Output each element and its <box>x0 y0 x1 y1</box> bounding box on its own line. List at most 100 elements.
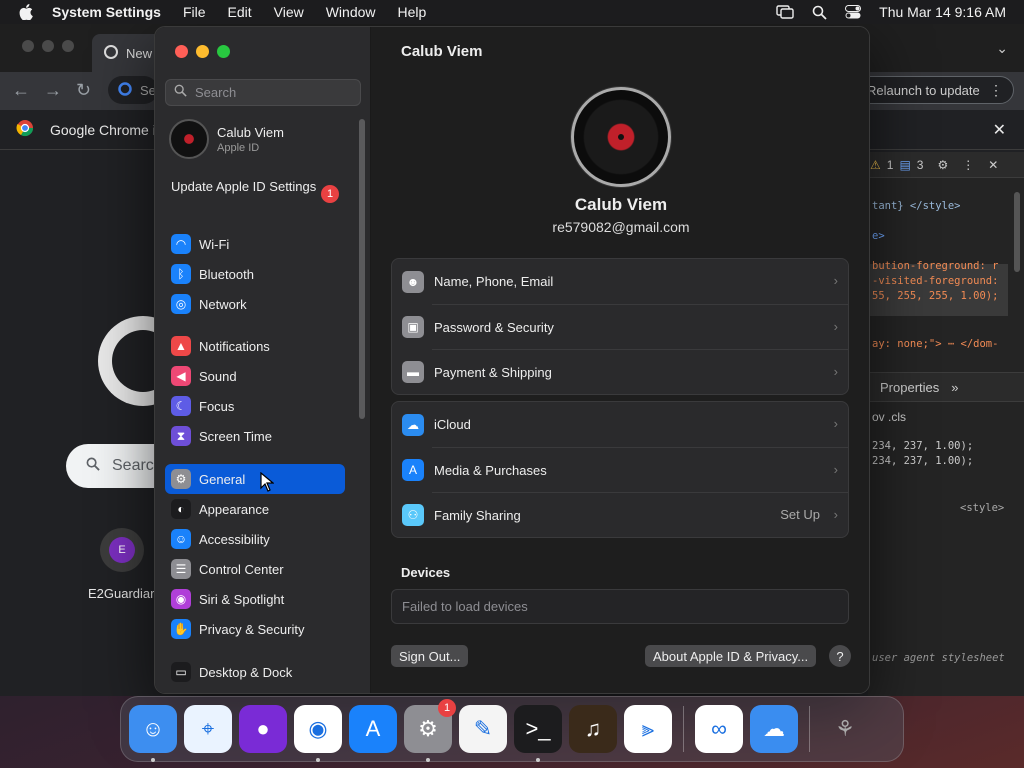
garageband-icon[interactable]: ♫ <box>569 705 617 753</box>
profile-name: Calub Viem <box>574 195 668 214</box>
message-count[interactable]: 3 <box>917 158 924 172</box>
chrome-zoom-light[interactable] <box>62 40 74 52</box>
page-title: Calub Viem <box>401 43 483 60</box>
help-button[interactable]: ? <box>829 645 851 667</box>
sidebar-item-privacy-security[interactable]: ✋ Privacy & Security <box>165 614 345 644</box>
google-favicon-icon <box>104 44 118 62</box>
google-g-icon <box>118 81 132 99</box>
sidebar-item-control-center[interactable]: ☰ Control Center <box>165 554 345 584</box>
finder-icon[interactable]: ☺ <box>129 705 177 762</box>
omnibox[interactable]: Se <box>108 76 158 104</box>
sidebar-scrollbar[interactable] <box>359 119 365 419</box>
screen-mirroring-icon[interactable] <box>776 5 794 19</box>
chrome-window-controls <box>22 40 74 52</box>
siri-icon: ◉ <box>171 589 191 609</box>
update-apple-id-item[interactable]: Update Apple ID Settings 1 <box>171 179 341 203</box>
avatar <box>169 119 209 159</box>
row-password-security[interactable]: ▣ Password & Security › <box>402 304 848 349</box>
menu-help[interactable]: Help <box>398 4 427 20</box>
shortcut-tile[interactable]: E <box>100 528 144 572</box>
more-vertical-icon[interactable]: ⋮ <box>989 82 1003 99</box>
style-source-tag[interactable]: <style> <box>960 502 1004 514</box>
sidebar-item-desktop-dock[interactable]: ▭ Desktop & Dock <box>165 657 345 687</box>
textedit-icon[interactable]: ✎ <box>459 705 507 753</box>
menu-view[interactable]: View <box>274 4 304 20</box>
warning-count[interactable]: 1 <box>887 158 894 172</box>
firefox-icon[interactable]: ● <box>239 705 287 753</box>
sidebar-item-screen-time[interactable]: ⧗ Screen Time <box>165 421 345 451</box>
wifi-icon: ◠ <box>171 234 191 254</box>
devtools-close-icon[interactable]: ✕ <box>988 158 998 172</box>
chevron-right-icon: › <box>833 507 838 522</box>
devtools-scrollbar[interactable] <box>1014 192 1020 272</box>
sidebar-item-siri-spotlight[interactable]: ◉ Siri & Spotlight <box>165 584 345 614</box>
safari-icon[interactable]: ⌖ <box>184 705 232 753</box>
sidebar-item-appearance[interactable]: ◐ Appearance <box>165 494 345 524</box>
apple-menu-icon[interactable] <box>16 2 36 22</box>
dom-line[interactable]: 55, 255, 255, 1.00); <box>872 290 998 302</box>
infobar-close-icon[interactable]: ✕ <box>993 120 1006 140</box>
more-tabs-icon[interactable]: » <box>951 380 958 395</box>
sidebar-item-bluetooth[interactable]: ᛒ Bluetooth <box>165 259 345 289</box>
menu-app-name[interactable]: System Settings <box>52 4 161 20</box>
chrome-icon[interactable]: ◉ <box>294 705 342 762</box>
sidebar-item-wi-fi[interactable]: ◠ Wi-Fi <box>165 229 345 259</box>
dom-line[interactable]: tant} </style> <box>872 200 961 212</box>
sidebar-search-field[interactable] <box>165 79 361 106</box>
sidebar-item-network[interactable]: ◎ Network <box>165 289 345 319</box>
relaunch-to-update-button[interactable]: Relaunch to update ⋮ <box>854 76 1014 104</box>
sidebar-item-general[interactable]: ⚙ General <box>165 464 345 494</box>
menu-clock[interactable]: Thu Mar 14 9:16 AM <box>879 4 1006 20</box>
properties-tab[interactable]: Properties <box>880 380 939 395</box>
row-icloud[interactable]: ☁ iCloud › <box>392 402 848 447</box>
app-store-glyph: A <box>365 716 381 741</box>
chrome-minimize-light[interactable] <box>42 40 54 52</box>
minimize-window-button[interactable] <box>196 45 209 58</box>
dock-icon: ▭ <box>171 662 191 682</box>
chrome-close-light[interactable] <box>22 40 34 52</box>
sidebar-item-notifications[interactable]: ▲ Notifications <box>165 331 345 361</box>
row-family-sharing[interactable]: ⚇ Family Sharing Set Up › <box>402 492 848 537</box>
running-indicator <box>151 758 155 762</box>
devtools-settings-gear-icon[interactable]: ⚙ <box>937 158 948 172</box>
row-name-phone-email[interactable]: ☻ Name, Phone, Email › <box>392 259 848 304</box>
tab-search-chevron-icon[interactable]: ⌄ <box>996 40 1008 57</box>
row-media-purchases[interactable]: A Media & Purchases › <box>402 447 848 492</box>
system-settings-icon[interactable]: ⚙ 1 <box>404 699 456 762</box>
person-card-icon: ☻ <box>402 270 424 293</box>
sidebar-item-sound[interactable]: ◀ Sound <box>165 361 345 391</box>
back-arrow-icon[interactable]: ← <box>12 80 30 101</box>
window-controls <box>175 45 230 58</box>
forward-arrow-icon[interactable]: → <box>44 80 62 101</box>
close-window-button[interactable] <box>175 45 188 58</box>
sidebar-apple-id[interactable]: Calub Viem Apple ID <box>169 119 284 159</box>
sign-out-button[interactable]: Sign Out... <box>391 645 469 667</box>
trash-icon[interactable]: ⚘ <box>821 705 869 753</box>
styles-toolbar[interactable]: ov .cls <box>872 410 906 424</box>
menu-edit[interactable]: Edit <box>228 4 252 20</box>
row-payment-shipping[interactable]: ▬ Payment & Shipping › <box>402 349 848 394</box>
dom-line[interactable]: ay: none;"> ⋯ </dom- <box>872 338 998 350</box>
profile-picture[interactable] <box>571 87 671 187</box>
dom-line[interactable]: -visited-foreground: <box>872 275 998 287</box>
search-input[interactable] <box>195 85 355 100</box>
app-store-icon[interactable]: A <box>349 705 397 753</box>
spotlight-search-icon[interactable] <box>812 5 827 20</box>
visual-studio-icon[interactable]: ∞ <box>695 705 743 753</box>
control-center-icon[interactable] <box>845 5 862 19</box>
chrome-tab[interactable]: New <box>92 34 162 72</box>
weather-icon[interactable]: ☁ <box>750 705 798 753</box>
dom-line[interactable]: e> <box>872 230 885 242</box>
devtools-more-icon[interactable]: ⋮ <box>962 158 974 172</box>
about-apple-id-button[interactable]: About Apple ID & Privacy... <box>645 645 817 667</box>
zoom-window-button[interactable] <box>217 45 230 58</box>
sidebar-item-accessibility[interactable]: ☺ Accessibility <box>165 524 345 554</box>
chevron-right-icon: › <box>833 462 838 477</box>
vscode-icon[interactable]: ⫸ <box>624 705 672 753</box>
sidebar-item-focus[interactable]: ☾ Focus <box>165 391 345 421</box>
terminal-icon[interactable]: >_ <box>514 705 562 762</box>
reload-icon[interactable]: ↻ <box>76 80 91 101</box>
menu-window[interactable]: Window <box>326 4 376 20</box>
menu-file[interactable]: File <box>183 4 206 20</box>
dom-line[interactable]: bution-foreground: r <box>872 260 998 272</box>
